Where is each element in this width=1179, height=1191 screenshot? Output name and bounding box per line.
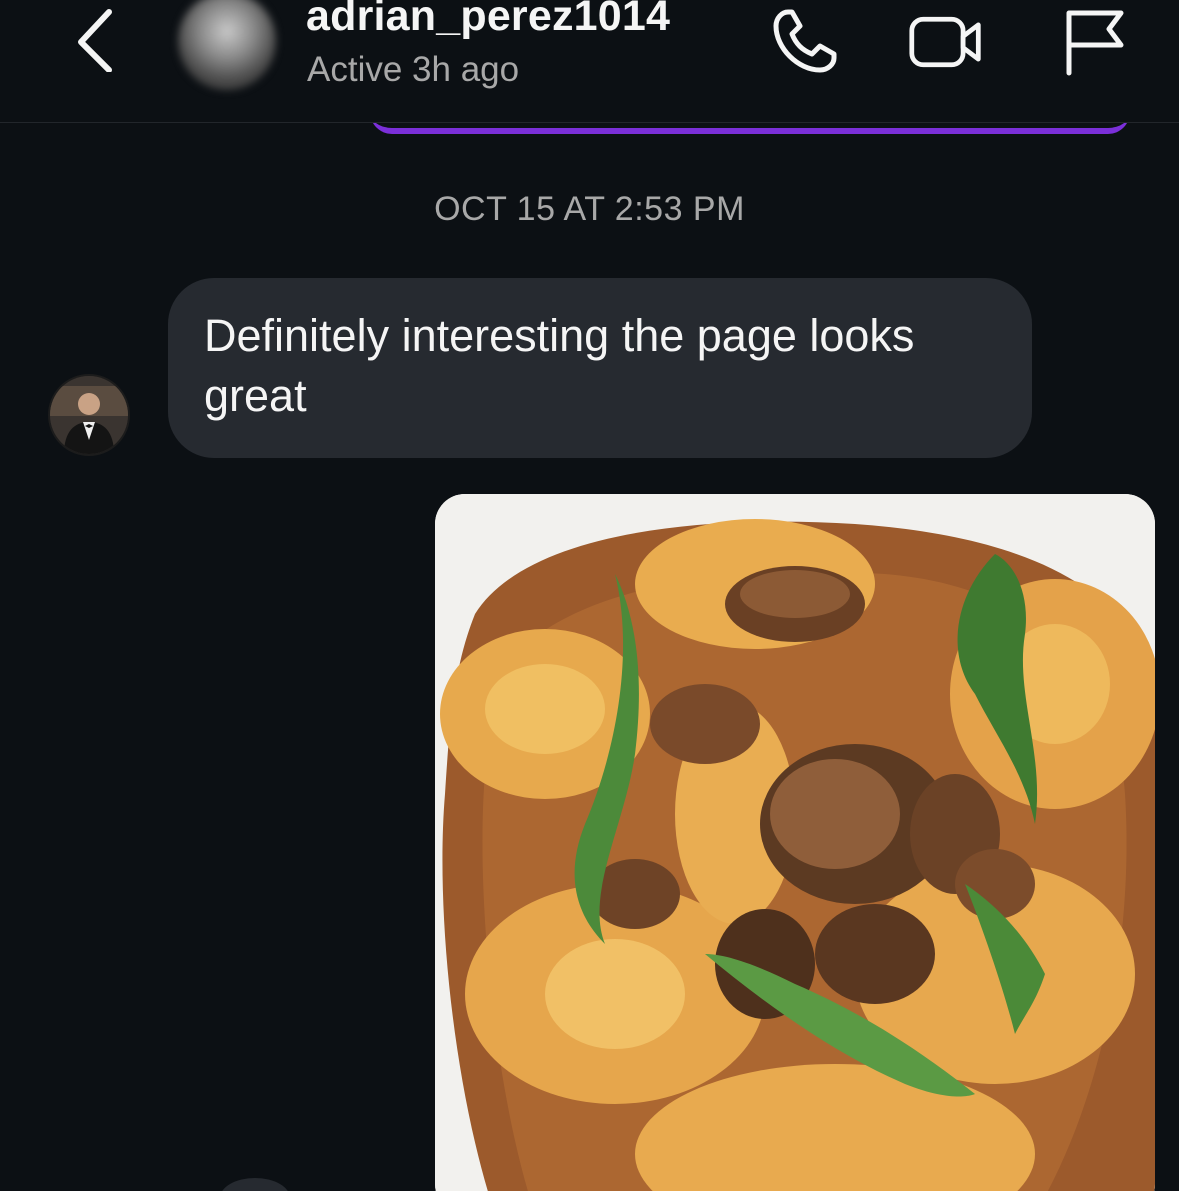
video-camera-icon [909, 16, 981, 68]
food-photo [435, 494, 1155, 1191]
header-avatar[interactable] [178, 0, 276, 90]
sender-avatar[interactable] [48, 374, 130, 456]
reaction-button[interactable] [220, 1178, 290, 1191]
audio-call-button[interactable] [766, 4, 842, 80]
back-button[interactable] [60, 4, 130, 74]
chevron-left-icon [78, 9, 112, 72]
phone-icon [773, 9, 837, 73]
person-in-tuxedo-avatar-icon [50, 376, 128, 454]
report-button[interactable] [1056, 4, 1132, 80]
active-status: Active 3h ago [307, 50, 520, 89]
username[interactable]: adrian_perez1014 [306, 0, 670, 41]
message-text: Definitely interesting the page looks gr… [204, 310, 915, 421]
video-call-button[interactable] [908, 4, 984, 80]
dm-thread-screen: adrian_perez1014 Active 3h ago OCT 15 AT… [0, 0, 1179, 1191]
message-bubble[interactable]: Definitely interesting the page looks gr… [168, 278, 1032, 458]
photo-message[interactable] [435, 494, 1155, 1191]
flag-icon [1066, 10, 1124, 76]
thread-header: adrian_perez1014 Active 3h ago [0, 0, 1179, 123]
message-timestamp: OCT 15 AT 2:53 PM [434, 190, 745, 228]
